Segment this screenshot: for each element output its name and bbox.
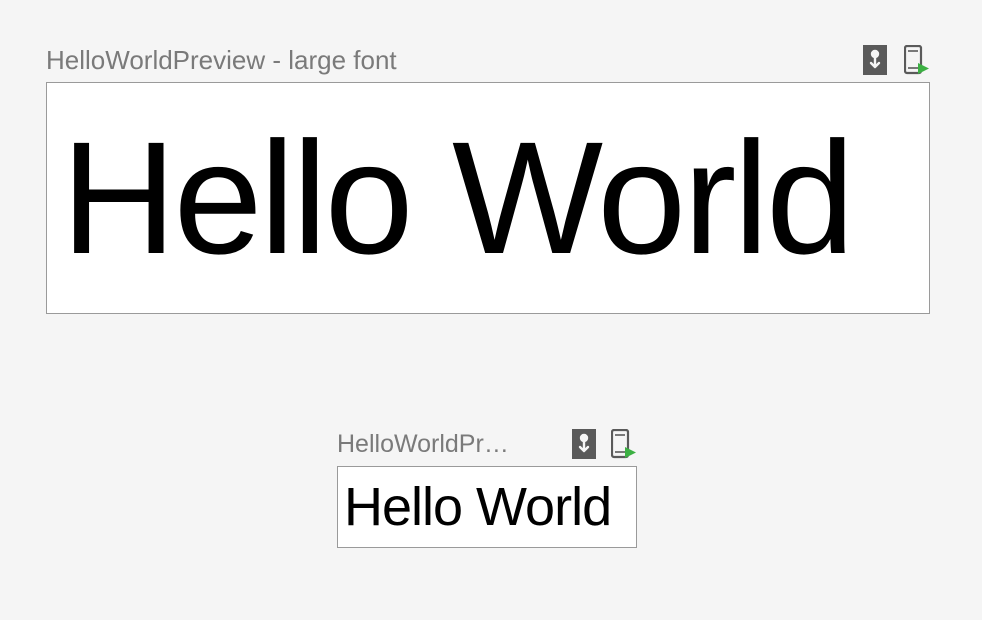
preview-title-small: HelloWorldPre... xyxy=(337,430,512,459)
preview-content-large: Hello World xyxy=(61,118,852,278)
deploy-to-device-icon xyxy=(611,429,637,459)
preview-large: HelloWorldPreview - large font Hello Wo xyxy=(46,44,930,314)
preview-frame-small: Hello World xyxy=(337,466,637,548)
deploy-button[interactable] xyxy=(611,428,637,460)
preview-header: HelloWorldPreview - large font xyxy=(46,44,930,76)
interactive-mode-button[interactable] xyxy=(862,44,888,76)
preview-actions xyxy=(862,44,930,76)
preview-content-small: Hello World xyxy=(344,480,611,534)
interactive-mode-icon xyxy=(572,429,596,459)
deploy-to-device-icon xyxy=(904,45,930,75)
interactive-mode-icon xyxy=(863,45,887,75)
deploy-button[interactable] xyxy=(904,44,930,76)
preview-actions xyxy=(571,428,637,460)
interactive-mode-button[interactable] xyxy=(571,428,597,460)
preview-title-large: HelloWorldPreview - large font xyxy=(46,45,397,76)
preview-small: HelloWorldPre... Hello World xyxy=(337,428,637,548)
preview-header: HelloWorldPre... xyxy=(337,428,637,460)
preview-frame-large: Hello World xyxy=(46,82,930,314)
